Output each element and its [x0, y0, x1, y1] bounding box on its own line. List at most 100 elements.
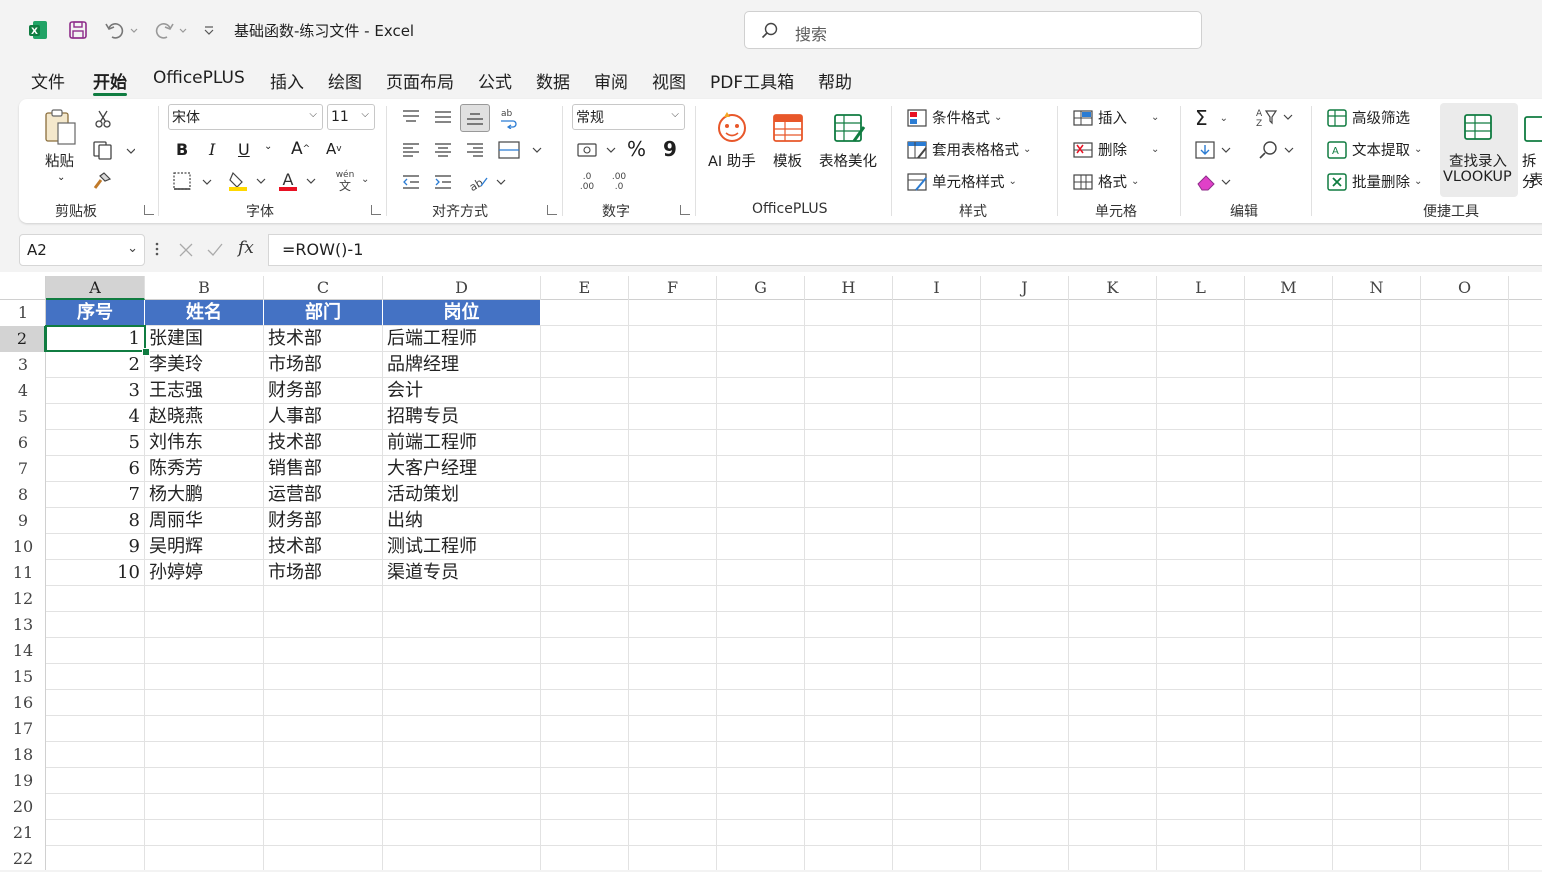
table-cell[interactable]: 4: [46, 404, 143, 429]
insert-function-icon[interactable]: fx: [238, 238, 254, 258]
fill-icon[interactable]: [1193, 139, 1235, 161]
split-table-button[interactable]: 拆分 表: [1520, 103, 1542, 197]
format-painter-icon[interactable]: [91, 170, 113, 192]
column-header-h[interactable]: H: [805, 276, 893, 300]
row-header-7[interactable]: 7: [0, 456, 46, 482]
column-header-d[interactable]: D: [383, 276, 541, 300]
column-header-i[interactable]: I: [893, 276, 981, 300]
table-cell[interactable]: 市场部: [268, 560, 382, 585]
tab-insert[interactable]: 插入: [270, 68, 304, 93]
conditional-format-button[interactable]: 条件格式 ⌄: [906, 107, 1002, 128]
table-cell[interactable]: 9: [46, 534, 143, 559]
accounting-format-icon[interactable]: [574, 139, 620, 161]
table-cell[interactable]: 人事部: [268, 404, 382, 429]
paste-button[interactable]: 粘贴: [45, 150, 74, 171]
column-header-a[interactable]: A: [46, 276, 145, 300]
table-cell[interactable]: 8: [46, 508, 143, 533]
align-right-icon[interactable]: [463, 139, 487, 161]
decrease-decimal-icon[interactable]: .00 .0: [606, 169, 632, 195]
font-name-select[interactable]: 宋体 ⌵: [168, 104, 323, 130]
format-as-table-button[interactable]: 套用表格格式 ⌄: [906, 139, 1031, 160]
orientation-icon[interactable]: ab: [466, 171, 508, 193]
row-header-3[interactable]: 3: [0, 352, 46, 378]
tab-view[interactable]: 视图: [652, 68, 686, 93]
fill-color-icon[interactable]: [226, 170, 270, 192]
table-cell[interactable]: 王志强: [149, 378, 263, 403]
row-header-20[interactable]: 20: [0, 794, 46, 820]
enter-icon[interactable]: [206, 242, 224, 258]
row-header-15[interactable]: 15: [0, 664, 46, 690]
cell-styles-button[interactable]: 单元格样式 ⌄: [906, 171, 1017, 192]
table-cell[interactable]: 技术部: [268, 534, 382, 559]
advanced-filter-button[interactable]: 高级筛选: [1326, 107, 1410, 128]
table-cell[interactable]: 出纳: [387, 508, 540, 533]
ai-assistant-button[interactable]: AI 助手: [708, 150, 756, 171]
font-dialog-launcher-icon[interactable]: [371, 205, 381, 215]
row-header-2[interactable]: 2: [0, 326, 46, 352]
tab-page-layout[interactable]: 页面布局: [386, 68, 454, 93]
column-header-b[interactable]: B: [145, 276, 264, 300]
align-top-icon[interactable]: [399, 106, 423, 128]
underline-dropdown-icon[interactable]: ⌄: [264, 141, 272, 152]
table-cell[interactable]: 2: [46, 352, 143, 377]
border-icon[interactable]: [170, 170, 214, 192]
column-header-g[interactable]: G: [717, 276, 805, 300]
lookup-vlookup-button[interactable]: 查找录入 VLOOKUP: [1440, 103, 1518, 197]
table-cell[interactable]: 刘伟东: [149, 430, 263, 455]
customize-quick-access-icon[interactable]: [200, 18, 218, 42]
increase-indent-icon[interactable]: [431, 171, 455, 193]
merge-center-icon[interactable]: [496, 139, 544, 161]
delete-cells-button[interactable]: 删除 ⌄: [1072, 139, 1159, 160]
table-cell[interactable]: 孙婷婷: [149, 560, 263, 585]
save-icon[interactable]: [66, 18, 90, 42]
clipboard-dialog-launcher-icon[interactable]: [144, 205, 154, 215]
column-header-n[interactable]: N: [1333, 276, 1421, 300]
table-cell[interactable]: 吴明辉: [149, 534, 263, 559]
autosum-button[interactable]: Σ ⌄: [1195, 106, 1228, 130]
underline-button[interactable]: U: [238, 140, 250, 159]
table-cell[interactable]: 技术部: [268, 326, 382, 351]
header-cell-c1[interactable]: 部门: [264, 300, 383, 325]
tab-formulas[interactable]: 公式: [478, 68, 512, 93]
table-cell[interactable]: 3: [46, 378, 143, 403]
comma-style-button[interactable]: 9: [663, 137, 677, 161]
table-cell[interactable]: 5: [46, 430, 143, 455]
table-beautify-button[interactable]: 表格美化: [819, 150, 877, 171]
column-header-f[interactable]: F: [629, 276, 717, 300]
column-header-c[interactable]: C: [264, 276, 383, 300]
header-cell-b1[interactable]: 姓名: [145, 300, 264, 325]
column-header-j[interactable]: J: [981, 276, 1069, 300]
table-cell[interactable]: 赵晓燕: [149, 404, 263, 429]
row-header-9[interactable]: 9: [0, 508, 46, 534]
column-header-o[interactable]: O: [1421, 276, 1509, 300]
decrease-indent-icon[interactable]: [399, 171, 423, 193]
table-cell[interactable]: 技术部: [268, 430, 382, 455]
copy-icon[interactable]: [90, 139, 136, 161]
row-header-17[interactable]: 17: [0, 716, 46, 742]
tab-file[interactable]: 文件: [31, 68, 65, 93]
wrap-text-icon[interactable]: ab: [496, 106, 522, 130]
row-header-11[interactable]: 11: [0, 560, 46, 586]
row-header-18[interactable]: 18: [0, 742, 46, 768]
format-cells-button[interactable]: 格式 ⌄: [1072, 171, 1139, 192]
template-icon[interactable]: [770, 110, 806, 146]
tab-officeplus[interactable]: OfficePLUS: [153, 68, 245, 88]
row-header-19[interactable]: 19: [0, 768, 46, 794]
header-cell-a1[interactable]: 序号: [46, 300, 145, 325]
redo-icon[interactable]: [150, 18, 190, 42]
increase-decimal-icon[interactable]: .0 .00: [574, 169, 600, 195]
align-center-icon[interactable]: [431, 139, 455, 161]
align-middle-icon[interactable]: [431, 106, 455, 128]
table-cell[interactable]: 市场部: [268, 352, 382, 377]
more-options-icon[interactable]: [154, 240, 162, 260]
batch-delete-button[interactable]: 批量删除 ⌄: [1326, 171, 1422, 192]
clear-icon[interactable]: [1193, 171, 1235, 193]
column-header-k[interactable]: K: [1069, 276, 1157, 300]
tab-data[interactable]: 数据: [536, 68, 570, 93]
table-cell[interactable]: 招聘专员: [387, 404, 540, 429]
table-cell[interactable]: 运营部: [268, 482, 382, 507]
row-header-1[interactable]: 1: [0, 300, 46, 326]
table-cell[interactable]: 6: [46, 456, 143, 481]
table-beautify-icon[interactable]: [831, 110, 867, 146]
table-cell[interactable]: 活动策划: [387, 482, 540, 507]
